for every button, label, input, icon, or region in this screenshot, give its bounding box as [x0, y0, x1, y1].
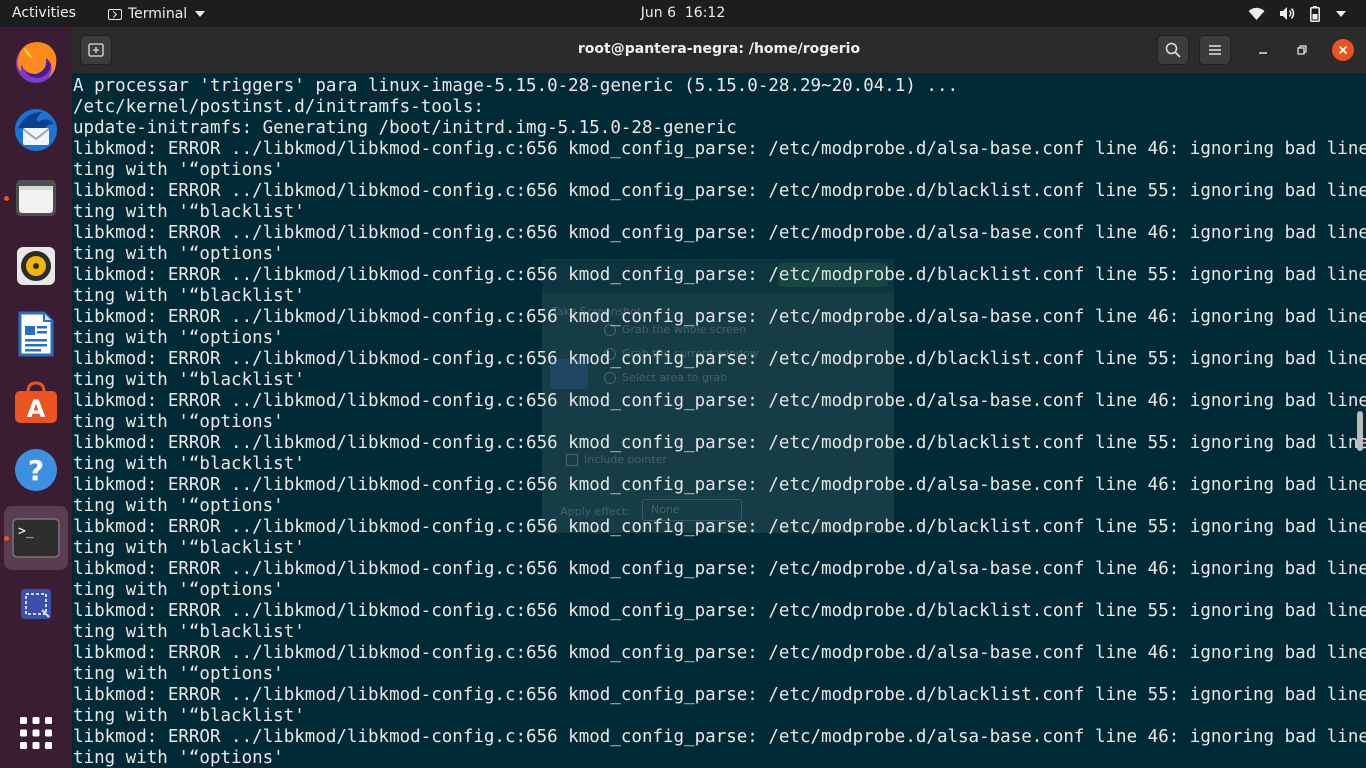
- svg-text:>_: >_: [18, 524, 34, 539]
- close-icon: [1338, 45, 1348, 55]
- terminal-line: libkmod: ERROR ../libkmod/libkmod-config…: [73, 643, 1366, 663]
- svg-text:?: ?: [28, 454, 44, 487]
- terminal-line: libkmod: ERROR ../libkmod/libkmod-config…: [73, 223, 1366, 243]
- running-indicator: [4, 196, 9, 201]
- terminal-icon: [108, 8, 122, 20]
- search-button[interactable]: [1157, 35, 1189, 65]
- dialog-header: [542, 259, 894, 293]
- dock-item-files[interactable]: [4, 166, 68, 230]
- thunderbird-icon: [15, 109, 57, 151]
- maximize-button[interactable]: [1291, 39, 1313, 61]
- battery-icon: [1310, 5, 1320, 22]
- dock-item-libreoffice-writer[interactable]: [4, 302, 68, 366]
- writer-icon: [18, 311, 54, 357]
- dock-item-terminal[interactable]: >_: [4, 506, 68, 570]
- terminal-line: libkmod: ERROR ../libkmod/libkmod-config…: [73, 685, 1366, 705]
- option-current-window[interactable]: Grab the current window: [604, 347, 759, 360]
- new-tab-icon: [88, 43, 104, 57]
- help-icon: ?: [15, 449, 57, 491]
- option-whole-screen[interactable]: Grab the whole screen: [604, 323, 746, 336]
- top-bar: Activities Terminal Jun 6 16:12: [0, 0, 1366, 27]
- radio-icon: [604, 324, 616, 336]
- radio-icon: [604, 348, 616, 360]
- effect-label: Apply effect:: [560, 505, 630, 518]
- screenshot-icon: [21, 589, 51, 619]
- search-icon: [1165, 42, 1181, 58]
- terminal-line: ting with '“options': [73, 160, 284, 180]
- volume-icon: [1280, 7, 1295, 20]
- screenshot-icon: [550, 359, 588, 389]
- terminal-line: ting with '“options': [73, 580, 284, 600]
- terminal-line: libkmod: ERROR ../libkmod/libkmod-config…: [73, 559, 1366, 579]
- terminal-line: A processar 'triggers' para linux-image-…: [73, 76, 959, 96]
- screenshot-dialog-ghost: Take Screenshot Grab the whole screen Gr…: [542, 259, 894, 533]
- terminal-line: ting with '“options': [73, 664, 284, 684]
- terminal-line: libkmod: ERROR ../libkmod/libkmod-config…: [73, 181, 1366, 201]
- app-menu-label: Terminal: [128, 6, 188, 22]
- files-icon: [16, 180, 56, 216]
- dock-item-rhythmbox[interactable]: [4, 234, 68, 298]
- dock-item-firefox[interactable]: [4, 30, 68, 94]
- hamburger-menu-icon: [1209, 45, 1221, 55]
- svg-text:A: A: [27, 395, 46, 423]
- window-title: root@pantera-negra: /home/rogerio: [577, 41, 861, 57]
- caret-down-icon: [1336, 10, 1346, 17]
- terminal-line: ting with '“blacklist': [73, 706, 305, 726]
- option-select-area[interactable]: Select area to grab: [604, 371, 727, 384]
- dock-item-screenshot[interactable]: [4, 572, 68, 636]
- app-menu[interactable]: Terminal: [108, 4, 206, 24]
- dock-item-thunderbird[interactable]: [4, 98, 68, 162]
- checkbox-icon: [566, 454, 578, 466]
- effect-select[interactable]: None: [642, 499, 742, 521]
- dock-item-ubuntu-software[interactable]: A: [4, 370, 68, 434]
- terminal-line: libkmod: ERROR ../libkmod/libkmod-config…: [73, 727, 1366, 747]
- radio-icon: [604, 372, 616, 384]
- menu-button[interactable]: [1199, 35, 1231, 65]
- running-indicator: [4, 536, 9, 541]
- system-tray[interactable]: [1248, 4, 1346, 23]
- close-button[interactable]: [1332, 39, 1354, 61]
- show-applications-button[interactable]: [4, 701, 68, 765]
- terminal-line: update-initramfs: Generating /boot/initr…: [73, 118, 737, 138]
- new-tab-button[interactable]: [80, 35, 112, 65]
- include-pointer-checkbox[interactable]: Include pointer: [566, 453, 667, 466]
- take-screenshot-button[interactable]: [778, 263, 888, 287]
- terminal-line: libkmod: ERROR ../libkmod/libkmod-config…: [73, 139, 1366, 159]
- terminal-icon: >_: [12, 518, 60, 558]
- activities-button[interactable]: Activities: [12, 5, 76, 21]
- rhythmbox-icon: [17, 247, 55, 285]
- dock: A ? >_: [0, 27, 72, 768]
- clock[interactable]: Jun 6 16:12: [641, 5, 725, 21]
- scrollbar-thumb[interactable]: [1357, 411, 1363, 451]
- caret-down-icon: [195, 11, 206, 17]
- terminal-line: ting with '“blacklist': [73, 622, 305, 642]
- terminal-line: libkmod: ERROR ../libkmod/libkmod-config…: [73, 601, 1366, 621]
- minimize-button[interactable]: [1252, 39, 1274, 61]
- header-bar[interactable]: root@pantera-negra: /home/rogerio: [72, 27, 1366, 73]
- software-icon: A: [15, 381, 57, 423]
- maximize-icon: [1297, 45, 1307, 55]
- app-grid-icon: [20, 717, 52, 749]
- terminal-line: /etc/kernel/postinst.d/initramfs-tools:: [73, 97, 484, 117]
- wifi-icon: [1248, 7, 1265, 20]
- terminal-line: ting with '“blacklist': [73, 202, 305, 222]
- dialog-title: Take Screenshot: [552, 305, 642, 318]
- minimize-icon: [1259, 52, 1267, 54]
- terminal-line: ting with '“blacklist': [73, 538, 305, 558]
- dock-item-help[interactable]: ?: [4, 438, 68, 502]
- firefox-icon: [16, 42, 57, 83]
- terminal-line: ting with '“options': [73, 748, 284, 768]
